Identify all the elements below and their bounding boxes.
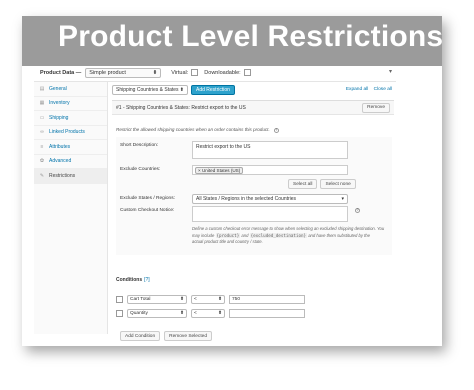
conditions-heading: Conditions [?] — [116, 277, 150, 283]
select-arrows-icon: ⬍ — [179, 311, 184, 316]
note-text: and — [241, 232, 249, 238]
tab-label: General — [49, 85, 67, 92]
condition-buttons: Add Condition Remove Selected — [120, 331, 216, 341]
restriction-item: #1 - Shipping Countries & States: Restri… — [112, 100, 394, 341]
tab-label: Inventory — [49, 100, 70, 107]
virtual-label: Virtual: — [171, 69, 189, 76]
select-none-button[interactable]: Select none — [320, 179, 356, 189]
custom-notice-label: Custom Checkout Notice: — [120, 208, 175, 213]
help-icon[interactable]: ? — [355, 208, 360, 213]
downloadable-label: Downloadable: — [204, 69, 241, 76]
condition-field-select[interactable]: Cart Total ⬍ — [127, 295, 187, 304]
select-arrows-icon: ⬍ — [179, 297, 184, 302]
country-chip[interactable]: × United States (US) — [195, 167, 244, 174]
truck-icon: ▭ — [39, 114, 45, 121]
select-arrows-icon: ⬍ — [179, 87, 184, 93]
tab-label: Shipping — [49, 114, 69, 121]
inventory-icon: ▦ — [39, 100, 45, 107]
restrictions-panel: Shipping Countries & States ⬍ Add Restri… — [108, 82, 396, 341]
tab-general[interactable]: ▤ General — [34, 82, 107, 97]
condition-field-value: Quantity — [130, 311, 148, 316]
add-condition-button[interactable]: Add Condition — [120, 331, 161, 341]
exclude-states-value: All States / Regions in the selected Cou… — [196, 196, 297, 202]
note-text: and have them substituted by the — [308, 232, 370, 238]
tab-inventory[interactable]: ▦ Inventory — [34, 97, 107, 111]
code-excluded-destination: {excluded_destination} — [249, 232, 308, 238]
intro-text: Restrict the allowed shipping countries … — [116, 127, 270, 132]
condition-checkbox[interactable] — [116, 310, 123, 317]
note-line: actual product title and country / state… — [192, 239, 263, 244]
link-icon: ∞ — [40, 129, 44, 136]
close-all-link[interactable]: Close all — [374, 87, 392, 92]
restriction-type-select[interactable]: Shipping Countries & States ⬍ — [112, 85, 188, 95]
remove-selected-button[interactable]: Remove Selected — [164, 331, 213, 341]
restriction-heading: #1 - Shipping Countries & States: Restri… — [116, 104, 246, 111]
condition-row: Quantity ⬍ < ⬍ — [116, 309, 305, 318]
condition-operator-select[interactable]: < ⬍ — [191, 309, 225, 318]
tab-restrictions[interactable]: ✎ Restrictions — [34, 169, 107, 184]
wrench-icon: ✎ — [39, 172, 45, 179]
tab-advanced[interactable]: ✿ Advanced — [34, 155, 107, 169]
tab-label: Linked Products — [49, 129, 85, 136]
condition-value-input[interactable] — [229, 309, 305, 318]
condition-field-select[interactable]: Quantity ⬍ — [127, 309, 187, 318]
select-arrows-icon: ⬍ — [217, 311, 222, 316]
country-select-buttons: Select all Select none — [288, 179, 356, 189]
add-restriction-button[interactable]: Add Restriction — [191, 85, 235, 95]
collapse-arrow-icon[interactable]: ▾ — [389, 68, 392, 75]
restriction-header[interactable]: #1 - Shipping Countries & States: Restri… — [112, 101, 394, 115]
select-arrows-icon: ⬍ — [217, 297, 222, 302]
page-title: Product Level Restrictions — [58, 20, 444, 53]
exclude-states-select[interactable]: All States / Regions in the selected Cou… — [192, 194, 348, 204]
settings-icon: ✿ — [39, 158, 45, 165]
expand-close-links: Expand all Close all — [342, 87, 392, 92]
expand-all-link[interactable]: Expand all — [346, 87, 368, 92]
exclude-countries-field[interactable]: × United States (US) — [192, 165, 348, 175]
conditions-title: Conditions — [116, 277, 143, 283]
note-text: may include — [192, 232, 215, 238]
select-arrows-icon: ⬍ — [152, 69, 158, 76]
remove-restriction-button[interactable]: Remove — [362, 102, 390, 113]
condition-checkbox[interactable] — [116, 296, 123, 303]
short-description-label: Short Description: — [120, 143, 159, 148]
conditions-help-link[interactable]: [?] — [144, 277, 150, 283]
condition-operator-value: < — [194, 311, 197, 316]
restriction-form: Short Description: Restrict export to th… — [116, 137, 392, 255]
condition-operator-value: < — [194, 297, 197, 302]
tab-label: Attributes — [49, 143, 71, 150]
virtual-checkbox[interactable] — [191, 69, 199, 76]
restriction-type-value: Shipping Countries & States — [116, 87, 179, 93]
exclude-countries-label: Exclude Countries: — [120, 167, 161, 172]
condition-value-input[interactable]: 750 — [229, 295, 305, 304]
tab-label: Restrictions — [49, 172, 76, 179]
chip-label: United States (US) — [201, 168, 241, 173]
product-data-label: Product Data — — [40, 69, 82, 76]
select-arrows-icon: ▾ — [341, 196, 344, 202]
condition-operator-select[interactable]: < ⬍ — [191, 295, 225, 304]
custom-notice-help-text: Define a custom checkout error message t… — [192, 226, 392, 246]
product-type-select[interactable]: Simple product ⬍ — [85, 67, 162, 78]
list-icon: ≡ — [40, 143, 44, 150]
restriction-toolbar: Shipping Countries & States ⬍ Add Restri… — [112, 85, 235, 95]
code-product: {product} — [215, 232, 241, 238]
restriction-intro: Restrict the allowed shipping countries … — [116, 127, 279, 133]
tab-shipping[interactable]: ▭ Shipping — [34, 111, 107, 126]
gear-icon: ▤ — [39, 85, 45, 92]
condition-field-value: Cart Total — [130, 297, 151, 302]
product-data-tabs: ▤ General ▦ Inventory ▭ Shipping ∞ Linke… — [34, 82, 108, 334]
product-type-value: Simple product — [89, 69, 126, 76]
short-description-input[interactable]: Restrict export to the US — [192, 141, 348, 159]
condition-row: Cart Total ⬍ < ⬍ 750 — [116, 295, 305, 304]
help-icon[interactable]: ? — [273, 128, 279, 133]
tab-attributes[interactable]: ≡ Attributes — [34, 140, 107, 155]
downloadable-checkbox[interactable] — [243, 69, 251, 76]
select-all-button[interactable]: Select all — [288, 179, 318, 189]
custom-notice-input[interactable] — [192, 206, 348, 222]
tab-linked-products[interactable]: ∞ Linked Products — [34, 126, 107, 140]
product-data-bar: Product Data — Simple product ⬍ Virtual:… — [34, 64, 396, 82]
tab-label: Advanced — [49, 158, 72, 165]
exclude-states-label: Exclude States / Regions: — [120, 196, 175, 201]
